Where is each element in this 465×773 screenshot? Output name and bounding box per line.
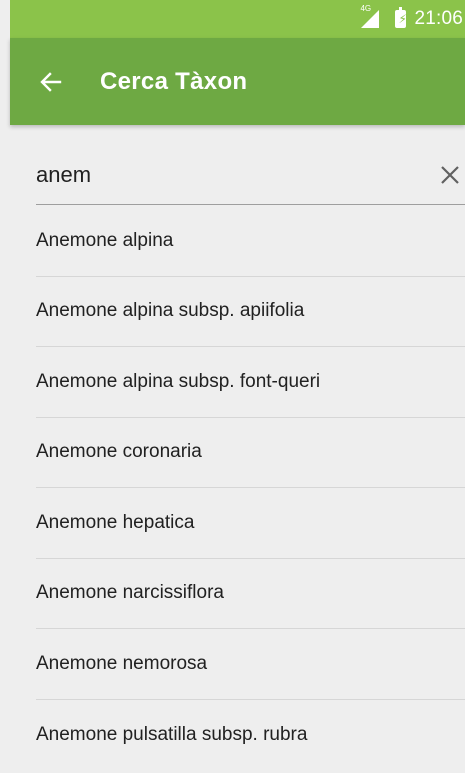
close-icon[interactable] (435, 160, 465, 190)
list-item[interactable]: Anemone alpina (36, 206, 465, 277)
status-time: 21:06 (414, 8, 463, 29)
search-row (36, 145, 465, 205)
list-item[interactable]: Anemone nemorosa (36, 629, 465, 700)
list-item[interactable]: Anemone alpina subsp. apiifolia (36, 277, 465, 347)
page-title: Cerca Tàxon (100, 67, 248, 95)
list-item[interactable]: Anemone alpina subsp. font-queri (36, 347, 465, 418)
search-input[interactable] (36, 154, 396, 195)
status-bar: 4G ⚡ 21:06 (10, 0, 465, 38)
list-item[interactable]: Anemone narcissiflora (36, 559, 465, 629)
list-item[interactable]: Anemone coronaria (36, 418, 465, 488)
arrow-left-icon[interactable] (34, 65, 68, 99)
list-item[interactable]: Anemone pulsatilla subsp. rubra (36, 700, 465, 771)
signal-icon: 4G (360, 4, 380, 28)
list-item[interactable]: Anemone hepatica (36, 488, 465, 559)
network-type-label: 4G (360, 4, 372, 13)
results-list: Anemone alpina Anemone alpina subsp. api… (36, 206, 465, 770)
app-bar: Cerca Tàxon (10, 38, 465, 125)
battery-icon: ⚡ (395, 7, 407, 28)
